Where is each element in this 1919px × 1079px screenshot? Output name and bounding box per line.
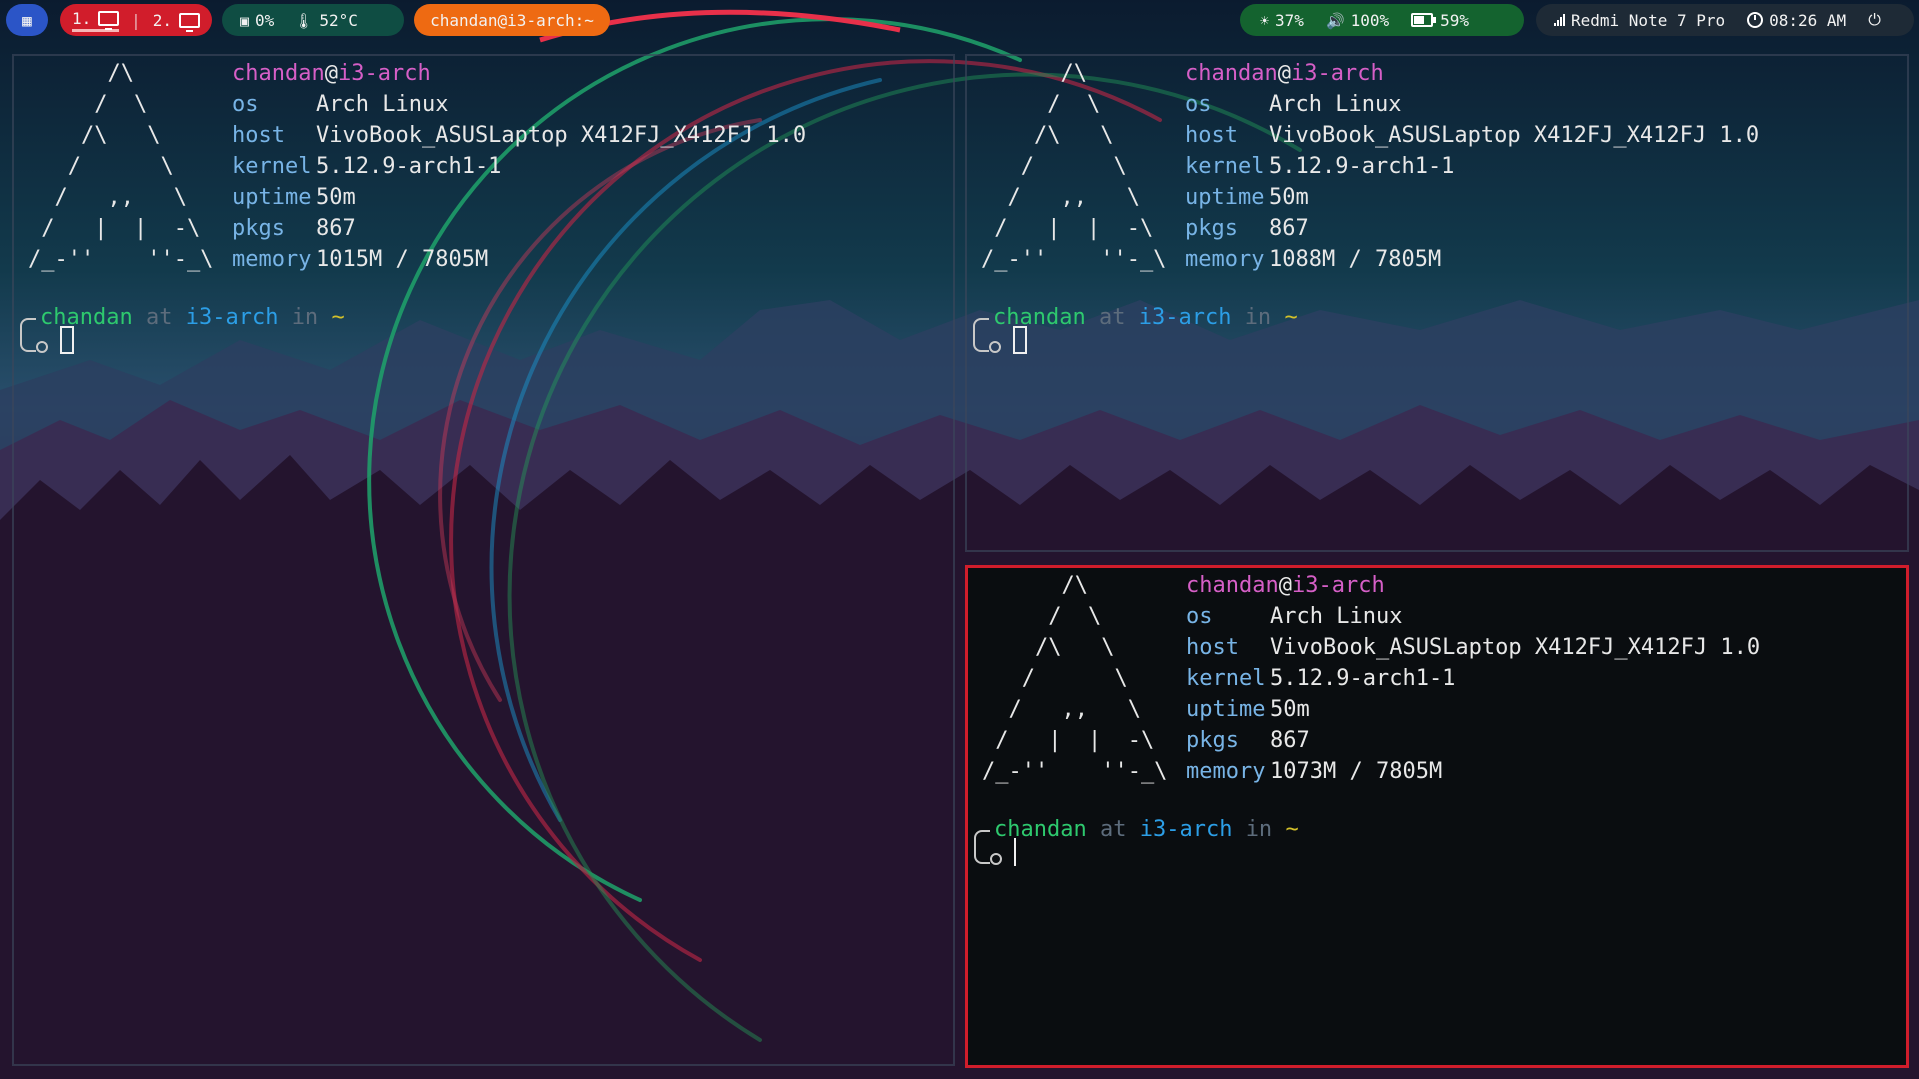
- info-os: os Arch Linux: [1186, 604, 1403, 629]
- info-kernel: kernel 5.12.9-arch1-1: [1186, 666, 1456, 691]
- info-pkgs: pkgs 867: [232, 216, 356, 241]
- system-info: chandan@i3-arch os Arch Linux host VivoBoo…: [232, 58, 806, 275]
- info-memory: memory 1088M / 7805M: [1185, 247, 1442, 272]
- terminal-window-bottom-right[interactable]: /\ / \ /\ \ / \ / ,, \ / | | -\ /_-'' ''…: [965, 565, 1909, 1068]
- status-bar: ▦ 1. | 2. ▣ 0% 🌡 52°C chandan@i3-arch:~ ☀ 3…: [0, 4, 1919, 36]
- info-memory: memory 1015M / 7805M: [232, 247, 489, 272]
- workspace-separator: |: [131, 10, 141, 30]
- info-kernel: kernel 5.12.9-arch1-1: [1185, 154, 1455, 179]
- signal-icon: [1554, 14, 1565, 26]
- info-uptime: uptime 50m: [232, 185, 356, 210]
- info-os: os Arch Linux: [232, 92, 449, 117]
- system-info: chandan@i3-arch os Arch Linux host VivoBoo…: [1186, 570, 1760, 787]
- workspace-switcher: 1. | 2.: [60, 4, 212, 36]
- info-os: os Arch Linux: [1185, 92, 1402, 117]
- cpu-icon: ▣: [240, 11, 250, 30]
- battery-icon: [1411, 13, 1437, 27]
- user-host: chandan@i3-arch: [1185, 61, 1384, 86]
- prompt-dot: [36, 341, 48, 353]
- cpu-indicator: ▣ 0%: [240, 10, 275, 30]
- system-info: chandan@i3-arch os Arch Linux host VivoBoo…: [1185, 58, 1759, 275]
- temperature-indicator: 🌡 52°C: [294, 10, 358, 30]
- terminal-cursor: [1013, 326, 1027, 354]
- volume-indicator[interactable]: 🔊 100%: [1326, 11, 1389, 30]
- terminal-window-top-right[interactable]: /\ / \ /\ \ / \ / ,, \ / | | -\ /_-'' ''…: [965, 54, 1909, 552]
- system-stats: ▣ 0% 🌡 52°C: [222, 4, 404, 36]
- workspace-2[interactable]: 2.: [153, 11, 200, 32]
- brightness-indicator[interactable]: ☀ 37%: [1260, 11, 1304, 30]
- monitor-icon: [98, 10, 120, 30]
- user-host: chandan@i3-arch: [1186, 573, 1385, 598]
- battery-indicator: 59%: [1411, 11, 1469, 30]
- info-host: host VivoBook_ASUSLaptop X412FJ_X412FJ 1.…: [1185, 123, 1760, 148]
- network-indicator[interactable]: Redmi Note 7 Pro: [1554, 11, 1725, 30]
- info-host: host VivoBook_ASUSLaptop X412FJ_X412FJ 1.…: [1186, 635, 1761, 660]
- info-memory: memory 1073M / 7805M: [1186, 759, 1443, 784]
- clock-icon: [1747, 12, 1764, 28]
- power-icon: ⏻: [1868, 10, 1881, 29]
- window-title: chandan@i3-arch:~: [414, 4, 610, 36]
- info-uptime: uptime 50m: [1185, 185, 1309, 210]
- user-host: chandan@i3-arch: [232, 61, 431, 86]
- workspace-1[interactable]: 1.: [72, 9, 120, 32]
- prompt-bracket: [20, 318, 36, 352]
- info-uptime: uptime 50m: [1186, 697, 1310, 722]
- prompt-dot: [990, 853, 1002, 865]
- monitor-icon: [178, 12, 200, 32]
- arch-logo: /\ / \ /\ \ / \ / ,, \ / | | -\ /_-'' ''…: [28, 61, 214, 272]
- arch-logo: /\ / \ /\ \ / \ / ,, \ / | | -\ /_-'' ''…: [982, 573, 1168, 784]
- power-button[interactable]: ⏻: [1868, 10, 1881, 30]
- arch-logo: /\ / \ /\ \ / \ / ,, \ / | | -\ /_-'' ''…: [981, 61, 1167, 272]
- info-kernel: kernel 5.12.9-arch1-1: [232, 154, 502, 179]
- prompt-bracket: [973, 318, 989, 352]
- prompt-line: chandan at i3-arch in ~: [993, 305, 1298, 330]
- prompt-line: chandan at i3-arch in ~: [994, 817, 1299, 842]
- info-pkgs: pkgs 867: [1186, 728, 1310, 753]
- brightness-icon: ☀: [1260, 11, 1270, 30]
- device-status: ☀ 37% 🔊 100% 59%: [1240, 4, 1524, 36]
- thermometer-icon: 🌡: [294, 11, 314, 30]
- prompt-bracket: [974, 830, 990, 864]
- terminal-cursor: [1014, 838, 1016, 866]
- info-host: host VivoBook_ASUSLaptop X412FJ_X412FJ 1.…: [232, 123, 807, 148]
- terminal-cursor: [60, 326, 74, 354]
- network-clock: Redmi Note 7 Pro 08:26 AM ⏻: [1536, 4, 1914, 36]
- app-menu-button[interactable]: ▦: [6, 4, 48, 36]
- terminal-window-left[interactable]: /\ / \ /\ \ / \ / ,, \ / | | -\ /_-'' ''…: [12, 54, 955, 1066]
- prompt-dot: [989, 341, 1001, 353]
- info-pkgs: pkgs 867: [1185, 216, 1309, 241]
- prompt-line: chandan at i3-arch in ~: [40, 305, 345, 330]
- grid-icon: ▦: [22, 10, 32, 30]
- speaker-icon: 🔊: [1325, 11, 1345, 30]
- clock: 08:26 AM: [1747, 11, 1846, 30]
